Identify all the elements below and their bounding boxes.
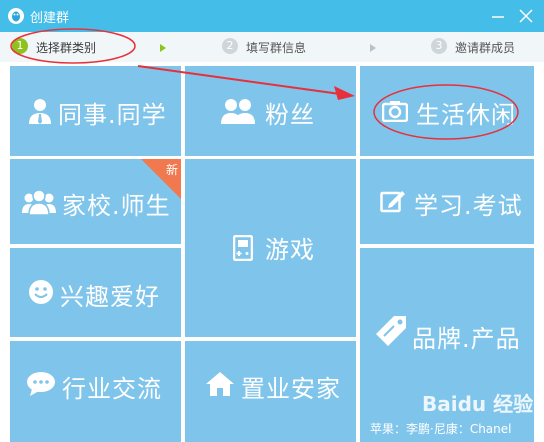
category-label: 兴趣爱好 — [60, 283, 160, 311]
qq-penguin-icon — [8, 8, 24, 24]
window-title: 创建群 — [30, 11, 70, 26]
category-study-button[interactable]: 学习.考试 — [360, 159, 534, 244]
step-arrow-icon — [370, 44, 376, 52]
title-bar: 创建群 — [0, 0, 544, 32]
step-number: 2 — [222, 38, 238, 54]
category-game-button[interactable]: 游戏 — [185, 159, 356, 337]
person-tie-icon — [29, 99, 51, 124]
create-group-window: 创建群 1 选择群类别 2 填写群信息 3 邀请群成员 同事.同学 粉丝 生活休… — [0, 0, 544, 442]
minimize-icon[interactable] — [488, 6, 508, 26]
category-label: 生活休闲 — [416, 101, 516, 129]
baidu-watermark: Baidu 经验 — [422, 392, 534, 416]
category-label: 置业安家 — [241, 375, 341, 403]
camera-icon — [382, 101, 408, 122]
category-label: 品牌.产品 — [412, 325, 521, 353]
category-industry-button[interactable]: 行业交流 — [10, 341, 181, 442]
category-grid: 同事.同学 粉丝 生活休闲 家校.师生 新 游戏 学习.考试 兴趣爱好 品牌.产… — [0, 62, 544, 442]
category-label: 行业交流 — [62, 375, 162, 403]
category-label: 学习.考试 — [414, 192, 523, 220]
smile-icon — [29, 280, 53, 304]
steps-bar: 1 选择群类别 2 填写群信息 3 邀请群成员 — [0, 32, 544, 62]
step-invite-members: 3 邀请群成员 — [431, 38, 541, 56]
tag-icon — [376, 316, 406, 346]
category-label: 粉丝 — [265, 101, 315, 129]
group-icon — [22, 189, 56, 215]
photo-caption: 苹果：李鹏·尼康：Chanel — [370, 422, 512, 436]
edit-icon — [380, 191, 405, 213]
category-label: 游戏 — [265, 236, 315, 264]
home-icon — [206, 372, 234, 396]
close-icon[interactable] — [516, 6, 536, 26]
category-brand-button[interactable]: 品牌.产品 Baidu 经验 — [360, 248, 534, 442]
category-school-button[interactable]: 家校.师生 新 — [10, 159, 181, 244]
new-badge-text: 新 — [165, 163, 178, 177]
people-icon — [221, 99, 255, 124]
chat-icon — [27, 372, 55, 396]
category-label: 同事.同学 — [58, 101, 167, 129]
category-fans-button[interactable]: 粉丝 — [185, 66, 356, 156]
gamepad-icon — [233, 235, 253, 261]
category-hobby-button[interactable]: 兴趣爱好 — [10, 248, 181, 337]
step-number: 1 — [12, 38, 28, 54]
step-fill-info: 2 填写群信息 — [222, 38, 332, 56]
step-select-category: 1 选择群类别 — [12, 38, 122, 56]
category-colleague-button[interactable]: 同事.同学 — [10, 66, 181, 156]
step-number: 3 — [431, 38, 447, 54]
new-badge: 新 — [141, 159, 181, 199]
category-realestate-button[interactable]: 置业安家 — [185, 341, 356, 442]
step-arrow-icon — [160, 44, 166, 52]
step-label: 选择群类别 — [36, 41, 97, 55]
category-leisure-button[interactable]: 生活休闲 — [360, 66, 534, 156]
step-label: 填写群信息 — [246, 41, 307, 55]
step-label: 邀请群成员 — [455, 41, 516, 55]
